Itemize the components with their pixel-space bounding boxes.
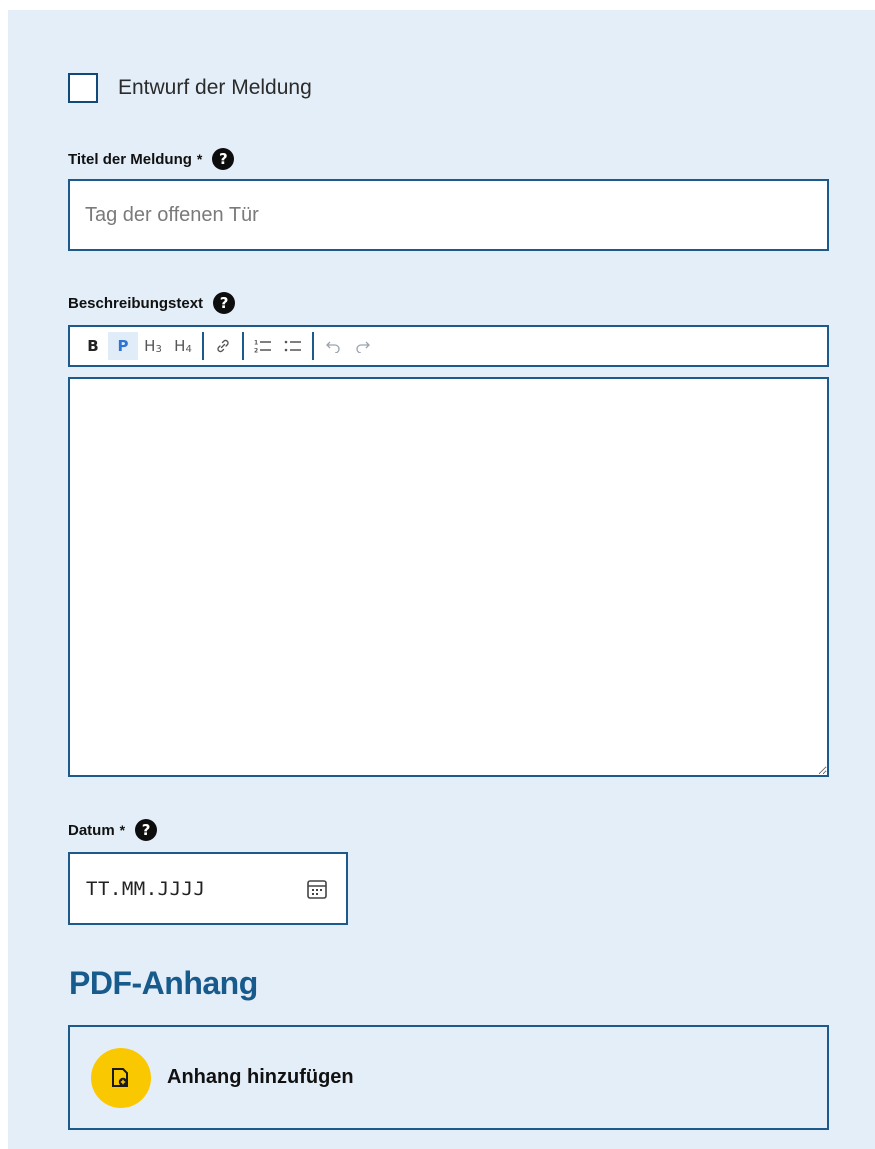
title-field-label: Titel der Meldung * ? bbox=[68, 148, 235, 170]
editor-toolbar: B P H3 H4 12 bbox=[68, 325, 829, 367]
date-placeholder: TT.MM.JJJJ bbox=[86, 877, 206, 900]
add-attachment-button[interactable]: Anhang hinzufügen bbox=[68, 1025, 829, 1130]
bold-button[interactable]: B bbox=[78, 332, 108, 360]
toolbar-divider bbox=[242, 332, 244, 360]
title-label-text: Titel der Meldung bbox=[68, 150, 192, 168]
draft-checkbox-row[interactable]: Entwurf der Meldung bbox=[68, 73, 312, 103]
calendar-icon[interactable] bbox=[306, 878, 328, 900]
redo-icon[interactable] bbox=[348, 332, 378, 360]
heading-4-button[interactable]: H4 bbox=[168, 332, 198, 360]
add-attachment-label: Anhang hinzufügen bbox=[167, 1066, 354, 1088]
date-label-text: Datum bbox=[68, 821, 115, 839]
heading-3-letter: H bbox=[144, 337, 156, 355]
svg-text:2: 2 bbox=[254, 348, 258, 355]
pdf-section-title: PDF-Anhang bbox=[69, 965, 258, 1001]
description-editor[interactable] bbox=[68, 377, 829, 777]
draft-checkbox[interactable] bbox=[68, 73, 98, 103]
draft-checkbox-label: Entwurf der Meldung bbox=[118, 76, 312, 99]
toolbar-divider bbox=[202, 332, 204, 360]
ordered-list-icon[interactable]: 12 bbox=[248, 332, 278, 360]
help-icon[interactable]: ? bbox=[213, 292, 236, 314]
heading-3-sub: 3 bbox=[155, 343, 162, 355]
title-input[interactable] bbox=[68, 179, 829, 251]
toolbar-divider bbox=[312, 332, 314, 360]
help-icon[interactable]: ? bbox=[135, 819, 158, 841]
link-icon[interactable] bbox=[208, 332, 238, 360]
date-input[interactable]: TT.MM.JJJJ bbox=[68, 852, 348, 925]
svg-text:1: 1 bbox=[254, 340, 258, 347]
heading-4-sub: 4 bbox=[185, 343, 192, 355]
paragraph-button[interactable]: P bbox=[108, 332, 138, 360]
heading-3-button[interactable]: H3 bbox=[138, 332, 168, 360]
undo-icon[interactable] bbox=[318, 332, 348, 360]
date-field-label: Datum * ? bbox=[68, 819, 158, 841]
add-attachment-icon bbox=[91, 1047, 151, 1108]
description-label-text: Beschreibungstext bbox=[68, 294, 204, 312]
required-mark: * bbox=[119, 822, 126, 838]
description-field-label: Beschreibungstext ? bbox=[68, 292, 236, 314]
help-icon[interactable]: ? bbox=[212, 148, 235, 170]
bullet-list-icon[interactable] bbox=[278, 332, 308, 360]
required-mark: * bbox=[196, 151, 203, 167]
heading-4-letter: H bbox=[174, 337, 186, 355]
form-panel: Entwurf der Meldung Titel der Meldung * … bbox=[8, 10, 875, 1149]
